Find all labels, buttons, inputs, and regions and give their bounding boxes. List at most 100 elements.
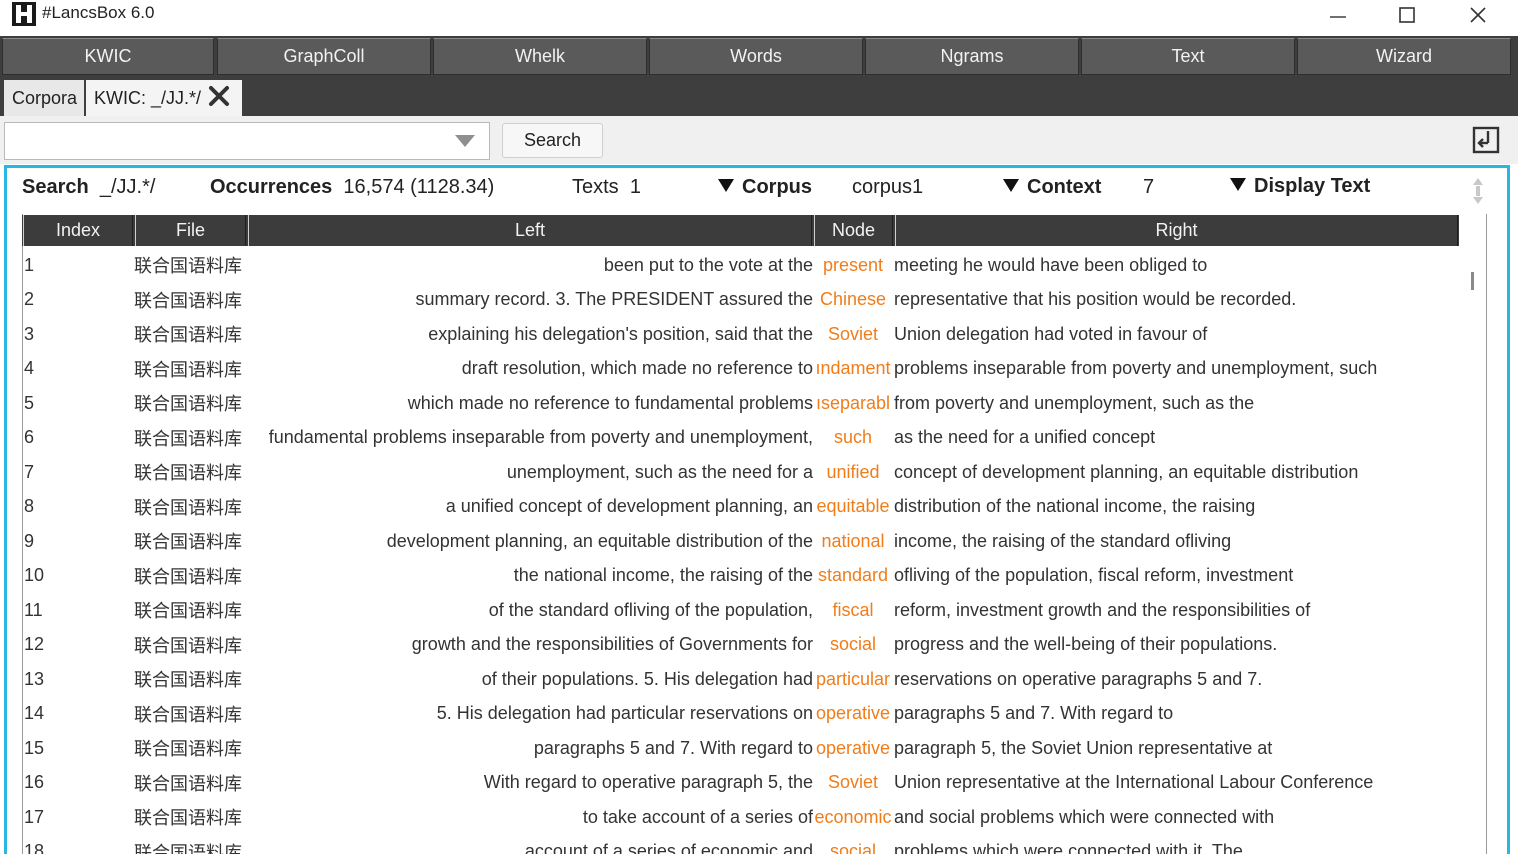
table-row[interactable]: 2 联合国语料库 summary record. 3. The PRESIDENT … (23, 283, 1459, 317)
table-row[interactable]: 15 联合国语料库 paragraphs 5 and 7. With regard … (23, 731, 1459, 765)
table-row[interactable]: 3 联合国语料库 explaining his delegation's posit… (23, 317, 1459, 351)
app-icon (12, 2, 36, 26)
table-row[interactable]: 16 联合国语料库 With regard to operative paragra… (23, 766, 1459, 800)
display-text-label: Display Text (1254, 175, 1371, 197)
context-selector[interactable]: Context (1003, 176, 1101, 199)
cell-index: 3 (24, 323, 35, 344)
table-row[interactable]: 6 联合国语料库 fundamental problems inseparable … (23, 421, 1459, 455)
cell-node: social (829, 841, 877, 854)
corpus-selector[interactable]: Corpus (718, 176, 812, 199)
vertical-scrollbar[interactable] (1459, 246, 1486, 854)
cell-index: 5 (24, 392, 35, 413)
cell-node: Soviet (827, 323, 879, 344)
table-row[interactable]: 5 联合国语料库 which made no reference to fundam… (23, 386, 1459, 420)
cell-left-context: development planning, an equitable distr… (386, 530, 813, 551)
tab-ngrams[interactable]: Ngrams (865, 38, 1079, 75)
maximize-button[interactable] (1384, 0, 1430, 30)
table-row[interactable]: 17 联合国语料库 to take account of a series of ec… (23, 800, 1459, 834)
cell-left-context: explaining his delegation's position, sa… (428, 323, 813, 344)
cell-right-context: progress and the well-being of their pop… (894, 634, 1278, 654)
cell-node: fiscal (832, 599, 874, 620)
table-row[interactable]: 12 联合国语料库 growth and the responsibilities … (23, 628, 1459, 662)
cell-left-context: of their populations. 5. His delegation … (481, 668, 813, 689)
table-row[interactable]: 9 联合国语料库 development planning, an equitabl… (23, 524, 1459, 558)
tab-wizard[interactable]: Wizard (1297, 38, 1511, 75)
cell-right-context: distribution of the national income, the… (894, 496, 1256, 516)
cell-left-context: With regard to operative paragraph 5, th… (483, 772, 813, 792)
cell-right-context: paragraphs 5 and 7. With regard to (894, 703, 1174, 723)
column-header-index[interactable]: Index (23, 215, 133, 246)
cell-node: Soviet (827, 772, 879, 792)
texts-label: Texts (572, 176, 619, 198)
cell-index: 15 (24, 737, 45, 758)
cell-node: social (829, 634, 877, 654)
corpus-value: corpus1 (852, 176, 924, 198)
occurrences-value: 16,574 (1128.34) (343, 176, 495, 198)
expand-triangle-icon (1003, 179, 1019, 192)
cell-left-context: draft resolution, which made no referenc… (461, 358, 813, 378)
column-header-right[interactable]: Right (895, 215, 1458, 246)
cell-right-context: Union delegation had voted in favour of (894, 323, 1208, 344)
cell-node: equitable (816, 496, 890, 516)
corpus-label: Corpus (742, 176, 812, 198)
cell-right-context: and social problems which were connected… (894, 806, 1275, 827)
cell-right-context: problems inseparable from poverty and un… (894, 358, 1378, 378)
table-row[interactable]: 4 联合国语料库 draft resolution, which made no r… (23, 352, 1459, 386)
dropdown-arrow-icon[interactable] (453, 133, 477, 149)
cell-left-context: account of a series of economic and (524, 841, 813, 854)
cell-file: 联合国语料库 (134, 808, 242, 828)
cell-index: 10 (24, 565, 45, 585)
cell-file: 联合国语料库 (134, 290, 242, 311)
search-query-value: _/JJ.*/ (99, 176, 156, 198)
cell-file: 联合国语料库 (134, 394, 242, 414)
export-icon[interactable] (1471, 125, 1501, 155)
cell-file: 联合国语料库 (134, 359, 242, 380)
minimize-button[interactable] (1315, 0, 1361, 30)
table-row[interactable]: 10 联合国语料库 the national income, the raising… (23, 559, 1459, 593)
tab-kwic[interactable]: KWIC (2, 38, 214, 75)
cell-right-context: representative that his position would b… (894, 289, 1297, 309)
display-text-selector[interactable]: Display Text (1230, 175, 1370, 198)
close-window-button[interactable] (1455, 0, 1501, 30)
cell-file: 联合国语料库 (134, 428, 242, 449)
table-row[interactable]: 1 联合国语料库 been put to the vote at the presen… (23, 248, 1459, 282)
cell-file: 联合国语料库 (134, 497, 242, 518)
table-row[interactable]: 8 联合国语料库 a unified concept of development … (23, 490, 1459, 524)
tab-graphcoll[interactable]: GraphColl (217, 38, 431, 75)
scrollbar-thumb[interactable] (1471, 272, 1474, 290)
table-row[interactable]: 14 联合国语料库 5. His delegation had particular… (23, 697, 1459, 731)
tab-whelk[interactable]: Whelk (433, 38, 647, 75)
column-header-file[interactable]: File (135, 215, 246, 246)
expand-triangle-icon (718, 179, 734, 192)
cell-file: 联合国语料库 (134, 532, 242, 552)
cell-file: 联合国语料库 (134, 256, 242, 276)
table-row[interactable]: 11 联合国语料库 of the standard ofliving of the … (23, 593, 1459, 627)
cell-right-context: paragraph 5, the Soviet Union representa… (894, 737, 1273, 758)
cell-index: 16 (24, 772, 45, 792)
subtab-corpora[interactable]: Corpora (4, 80, 84, 116)
cell-file: 联合国语料库 (134, 842, 242, 854)
cell-node: operative (815, 737, 891, 758)
cell-index: 13 (24, 668, 45, 689)
cell-file: 联合国语料库 (134, 601, 242, 621)
minimize-icon (1330, 16, 1346, 18)
search-input[interactable] (4, 122, 490, 160)
cell-index: 4 (24, 358, 35, 378)
cell-node: standard (817, 565, 889, 585)
column-header-node[interactable]: Node (814, 215, 893, 246)
panel-resize-handle-icon[interactable] (1471, 176, 1485, 206)
table-row[interactable]: 13 联合国语料库 of their populations. 5. His del… (23, 662, 1459, 696)
close-tab-icon[interactable] (207, 84, 231, 108)
table-row[interactable]: 18 联合国语料库 account of a series of economic … (23, 835, 1459, 854)
occurrences-summary: Occurrences 16,574 (1128.34) (210, 176, 494, 199)
tab-words[interactable]: Words (649, 38, 863, 75)
tab-text[interactable]: Text (1081, 38, 1295, 75)
search-button[interactable]: Search (502, 123, 603, 158)
cell-index: 2 (24, 289, 35, 309)
cell-node: economic (814, 806, 892, 827)
cell-right-context: reform, investment growth and the respon… (894, 599, 1311, 620)
cell-file: 联合国语料库 (134, 670, 242, 690)
column-header-left[interactable]: Left (248, 215, 812, 246)
table-row[interactable]: 7 联合国语料库 unemployment, such as the need fo… (23, 455, 1459, 489)
cell-node: Chinese (819, 289, 887, 309)
